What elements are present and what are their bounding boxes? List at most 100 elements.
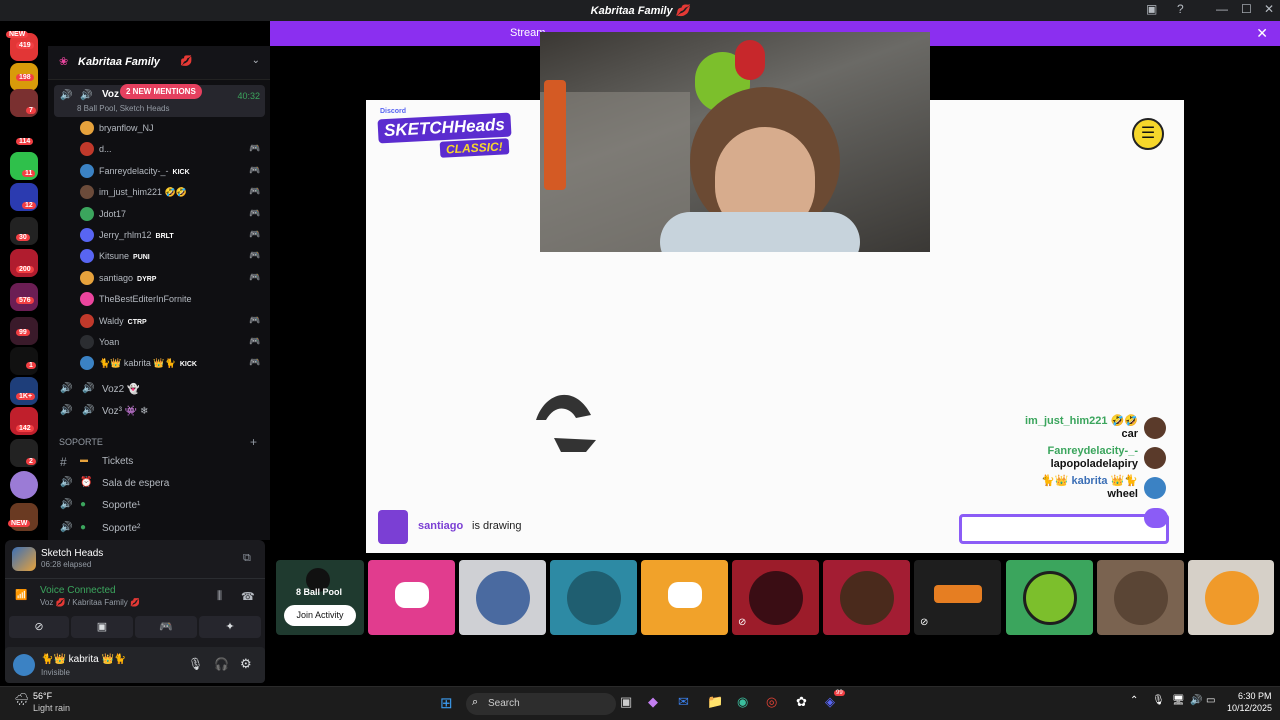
add-channel-icon[interactable]: +: [250, 435, 257, 449]
category-soporte[interactable]: SOPORTE +: [56, 433, 266, 453]
voice-member[interactable]: TheBestEditerInFornite: [56, 289, 266, 309]
server-icon[interactable]: [10, 377, 38, 405]
tile-8-ball-pool[interactable]: 8 Ball Pool Join Activity: [276, 560, 364, 635]
voice-member[interactable]: 🐈👑 kabrita 👑🐈 KICK 🎮: [56, 353, 266, 373]
channel-name: Sala de espera: [102, 478, 170, 489]
avatar[interactable]: [13, 654, 35, 676]
microphone-tray-icon[interactable]: 🎙: [1152, 695, 1165, 706]
disconnect-icon[interactable]: ☎: [241, 590, 255, 603]
participant-tile[interactable]: [823, 560, 910, 635]
weather-desc[interactable]: Light rain: [33, 703, 70, 713]
avatar: [840, 571, 894, 625]
member-name-text: Kitsune: [99, 251, 130, 262]
voice-channel-soporte1[interactable]: 🔊 ● Soporte¹: [56, 496, 266, 516]
participant-tile[interactable]: [368, 560, 455, 635]
inbox-icon[interactable]: ▣: [1146, 2, 1157, 16]
server-icon[interactable]: [10, 347, 38, 375]
minimize-button[interactable]: —: [1216, 2, 1228, 16]
guild-header[interactable]: ❀ Kabritaa Family 💋 ⌄: [48, 46, 270, 80]
chevron-down-icon[interactable]: ⌄: [252, 55, 260, 66]
close-window-button[interactable]: ✕: [1264, 2, 1274, 16]
taskbar-search[interactable]: ⌕ Search: [466, 693, 616, 715]
participant-tile[interactable]: ⊘: [914, 560, 1001, 635]
guess-author: im_just_him221 🤣🤣: [1025, 415, 1138, 427]
server-badge: 198: [16, 74, 34, 81]
activities-button[interactable]: 🎮: [135, 616, 197, 638]
windows-start-icon[interactable]: ⊞: [440, 694, 453, 712]
file-explorer-icon[interactable]: 📁: [707, 694, 723, 710]
camera-video-feed[interactable]: [540, 32, 930, 252]
app-icon[interactable]: ✿: [796, 694, 807, 710]
clock-date[interactable]: 10/12/2025: [1227, 703, 1272, 713]
voice-member[interactable]: Fanreydelacity-_- KICK 🎮: [56, 161, 266, 181]
voice-member[interactable]: Yoan 🎮: [56, 332, 266, 352]
noise-suppression-icon[interactable]: ⫼: [217, 590, 222, 603]
voice-channel-voz2[interactable]: 🔊 🔊 Voz2 👻: [56, 380, 266, 400]
member-tag: BRLT: [155, 233, 174, 240]
server-badge: NEW: [6, 31, 29, 38]
participant-tile[interactable]: [550, 560, 637, 635]
video-toy-blaster: [544, 80, 566, 190]
server-icon[interactable]: [10, 471, 38, 499]
copilot-icon[interactable]: ◆: [648, 694, 658, 710]
volume-tray-icon[interactable]: 🔊: [1190, 695, 1202, 706]
discord-logo-icon: [395, 582, 429, 608]
show-hidden-icons[interactable]: ⌃: [1130, 695, 1138, 706]
soundboard-button[interactable]: ✦: [199, 616, 261, 638]
voice-member[interactable]: d... 🎮: [56, 139, 266, 159]
participant-tile[interactable]: [1006, 560, 1093, 635]
voice-member[interactable]: santiago DYRP 🎮: [56, 268, 266, 288]
voice-member[interactable]: im_just_him221 🤣🤣 🎮: [56, 182, 266, 202]
participant-tile[interactable]: [459, 560, 546, 635]
server-badge: 576: [16, 297, 34, 304]
voice-channel-sala-de-espera[interactable]: 🔊 ⏰ Sala de espera: [56, 474, 266, 494]
server-badge: 11: [22, 170, 36, 177]
member-name-text: Waldy: [99, 315, 124, 326]
participant-tile[interactable]: [641, 560, 728, 635]
participant-tile[interactable]: ⊘: [732, 560, 819, 635]
voice-member[interactable]: Waldy CTRP 🎮: [56, 311, 266, 331]
outlook-icon[interactable]: ✉: [678, 694, 689, 710]
muted-icon: ⊘: [738, 617, 747, 628]
network-icon[interactable]: 🖥: [1172, 695, 1185, 706]
voice-member[interactable]: Kitsune PUNI 🎮: [56, 246, 266, 266]
search-icon: ⌕: [472, 696, 479, 708]
member-name: bryanflow_NJ: [99, 123, 154, 133]
volume-icon: 🔊: [80, 90, 93, 101]
discord-taskbar-icon[interactable]: ◈: [825, 694, 835, 710]
voice-member[interactable]: bryanflow_NJ: [56, 118, 266, 138]
close-icon[interactable]: ✕: [1256, 25, 1268, 42]
menu-icon[interactable]: ☰: [1132, 118, 1164, 150]
voice-channel-voz3[interactable]: 🔊 🔊 Voz³ 👾 ❄: [56, 402, 266, 422]
screen-share-button[interactable]: ▣: [71, 616, 133, 638]
join-activity-button[interactable]: Join Activity: [284, 605, 356, 626]
window-title: Kabritaa Family 💋: [0, 4, 1280, 17]
voice-member[interactable]: Jdot17 🎮: [56, 204, 266, 224]
guess-input[interactable]: [959, 514, 1169, 544]
voice-channel-soporte2[interactable]: 🔊 ● Soporte²: [56, 519, 266, 539]
weather-icon[interactable]: 🌧: [14, 692, 29, 706]
task-view-icon[interactable]: ▣: [620, 694, 632, 710]
speaker-icon: 🔊: [60, 383, 73, 394]
search-label: Search: [488, 698, 520, 709]
participant-tile[interactable]: [1097, 560, 1184, 635]
camera-off-button[interactable]: ⊘: [9, 616, 69, 638]
microphone-icon[interactable]: 🎙: [188, 657, 203, 671]
clock-time[interactable]: 6:30 PM: [1238, 691, 1272, 701]
text-channel-tickets[interactable]: # ▬ Tickets: [56, 452, 266, 472]
voice-member[interactable]: Jerry_rhlm12 BRLT 🎮: [56, 225, 266, 245]
settings-gear-icon[interactable]: ⚙: [240, 656, 252, 672]
popout-icon[interactable]: ⧉: [243, 552, 251, 565]
headphones-icon[interactable]: 🎧: [214, 657, 229, 671]
chrome-icon[interactable]: ◎: [766, 694, 777, 710]
edge-icon[interactable]: ◉: [737, 694, 748, 710]
send-button[interactable]: [1144, 508, 1168, 528]
new-mentions-badge[interactable]: 2 NEW MENTIONS: [120, 84, 202, 99]
help-icon[interactable]: ?: [1177, 2, 1184, 16]
battery-icon[interactable]: ▭: [1206, 695, 1215, 706]
weather-temp[interactable]: 56°F: [33, 691, 52, 701]
maximize-button[interactable]: ☐: [1241, 2, 1252, 16]
voice-status[interactable]: Voice Connected: [40, 585, 116, 596]
participant-tile[interactable]: [1188, 560, 1274, 635]
voice-location[interactable]: Voz 💋 / Kabritaa Family 💋: [40, 598, 140, 607]
